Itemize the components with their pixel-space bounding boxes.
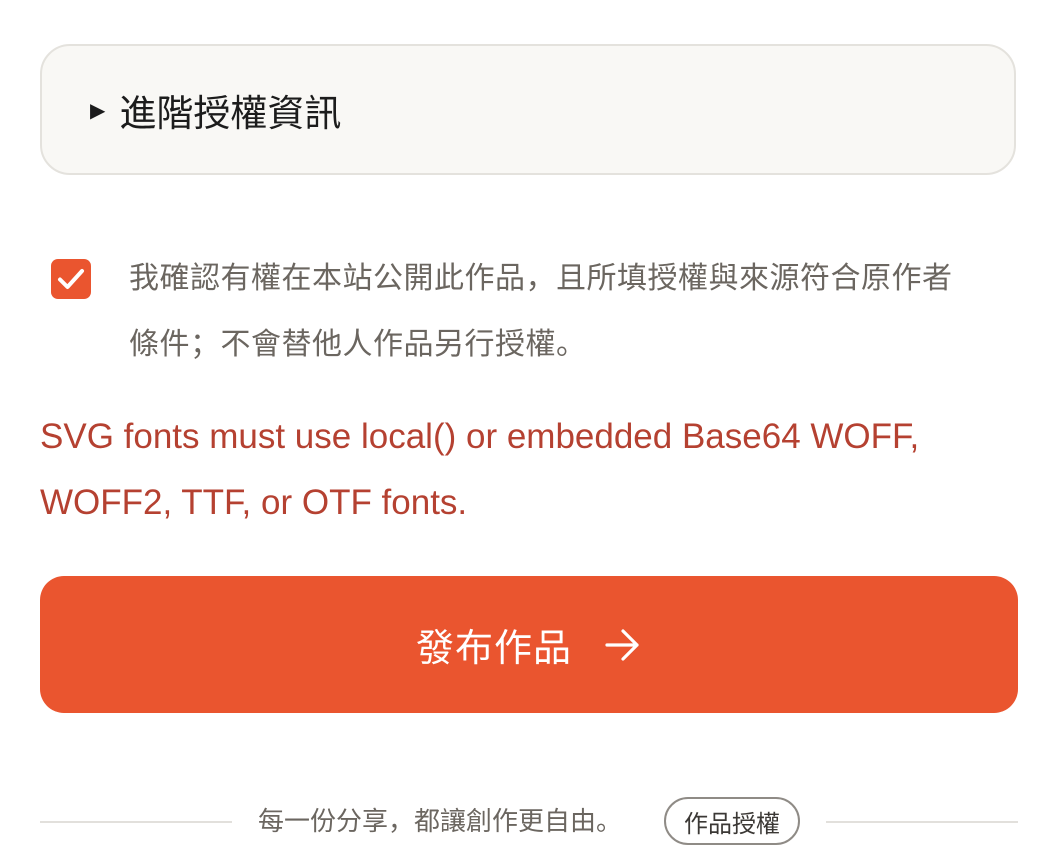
confirm-label-line-2: 條件；不會替他人作品另行授權。 xyxy=(129,327,587,362)
advanced-license-label: 進階授權資訊 xyxy=(119,91,342,135)
advanced-license-toggle[interactable]: ▶ 進階授權資訊 xyxy=(40,44,1016,175)
checkmark-icon xyxy=(58,269,84,289)
divider-left xyxy=(40,821,232,823)
error-message-line-2: WOFF2, TTF, or OTF fonts. xyxy=(40,483,468,522)
confirm-checkbox[interactable] xyxy=(51,259,91,299)
footer: 每一份分享，都讓創作更自由。 作品授權 xyxy=(40,796,1018,848)
footer-tagline: 每一份分享，都讓創作更自由。 xyxy=(258,807,623,837)
divider-right xyxy=(826,821,1018,823)
rights-confirmation: 我確認有權在本站公開此作品，且所填授權與來源符合原作者 條件；不會替他人作品另行… xyxy=(51,246,1017,378)
error-message: SVG fonts must use local() or embedded B… xyxy=(40,404,1000,536)
publish-button[interactable]: 發布作品 xyxy=(40,576,1018,713)
error-message-line-1: SVG fonts must use local() or embedded B… xyxy=(40,417,920,456)
license-link-button[interactable]: 作品授權 xyxy=(664,797,800,845)
confirm-label[interactable]: 我確認有權在本站公開此作品，且所填授權與來源符合原作者 條件；不會替他人作品另行… xyxy=(129,246,953,378)
arrow-right-icon xyxy=(604,628,642,662)
expand-triangle-icon: ▶ xyxy=(90,97,106,122)
confirm-label-line-1: 我確認有權在本站公開此作品，且所填授權與來源符合原作者 xyxy=(129,261,953,296)
publish-button-label: 發布作品 xyxy=(415,626,572,670)
